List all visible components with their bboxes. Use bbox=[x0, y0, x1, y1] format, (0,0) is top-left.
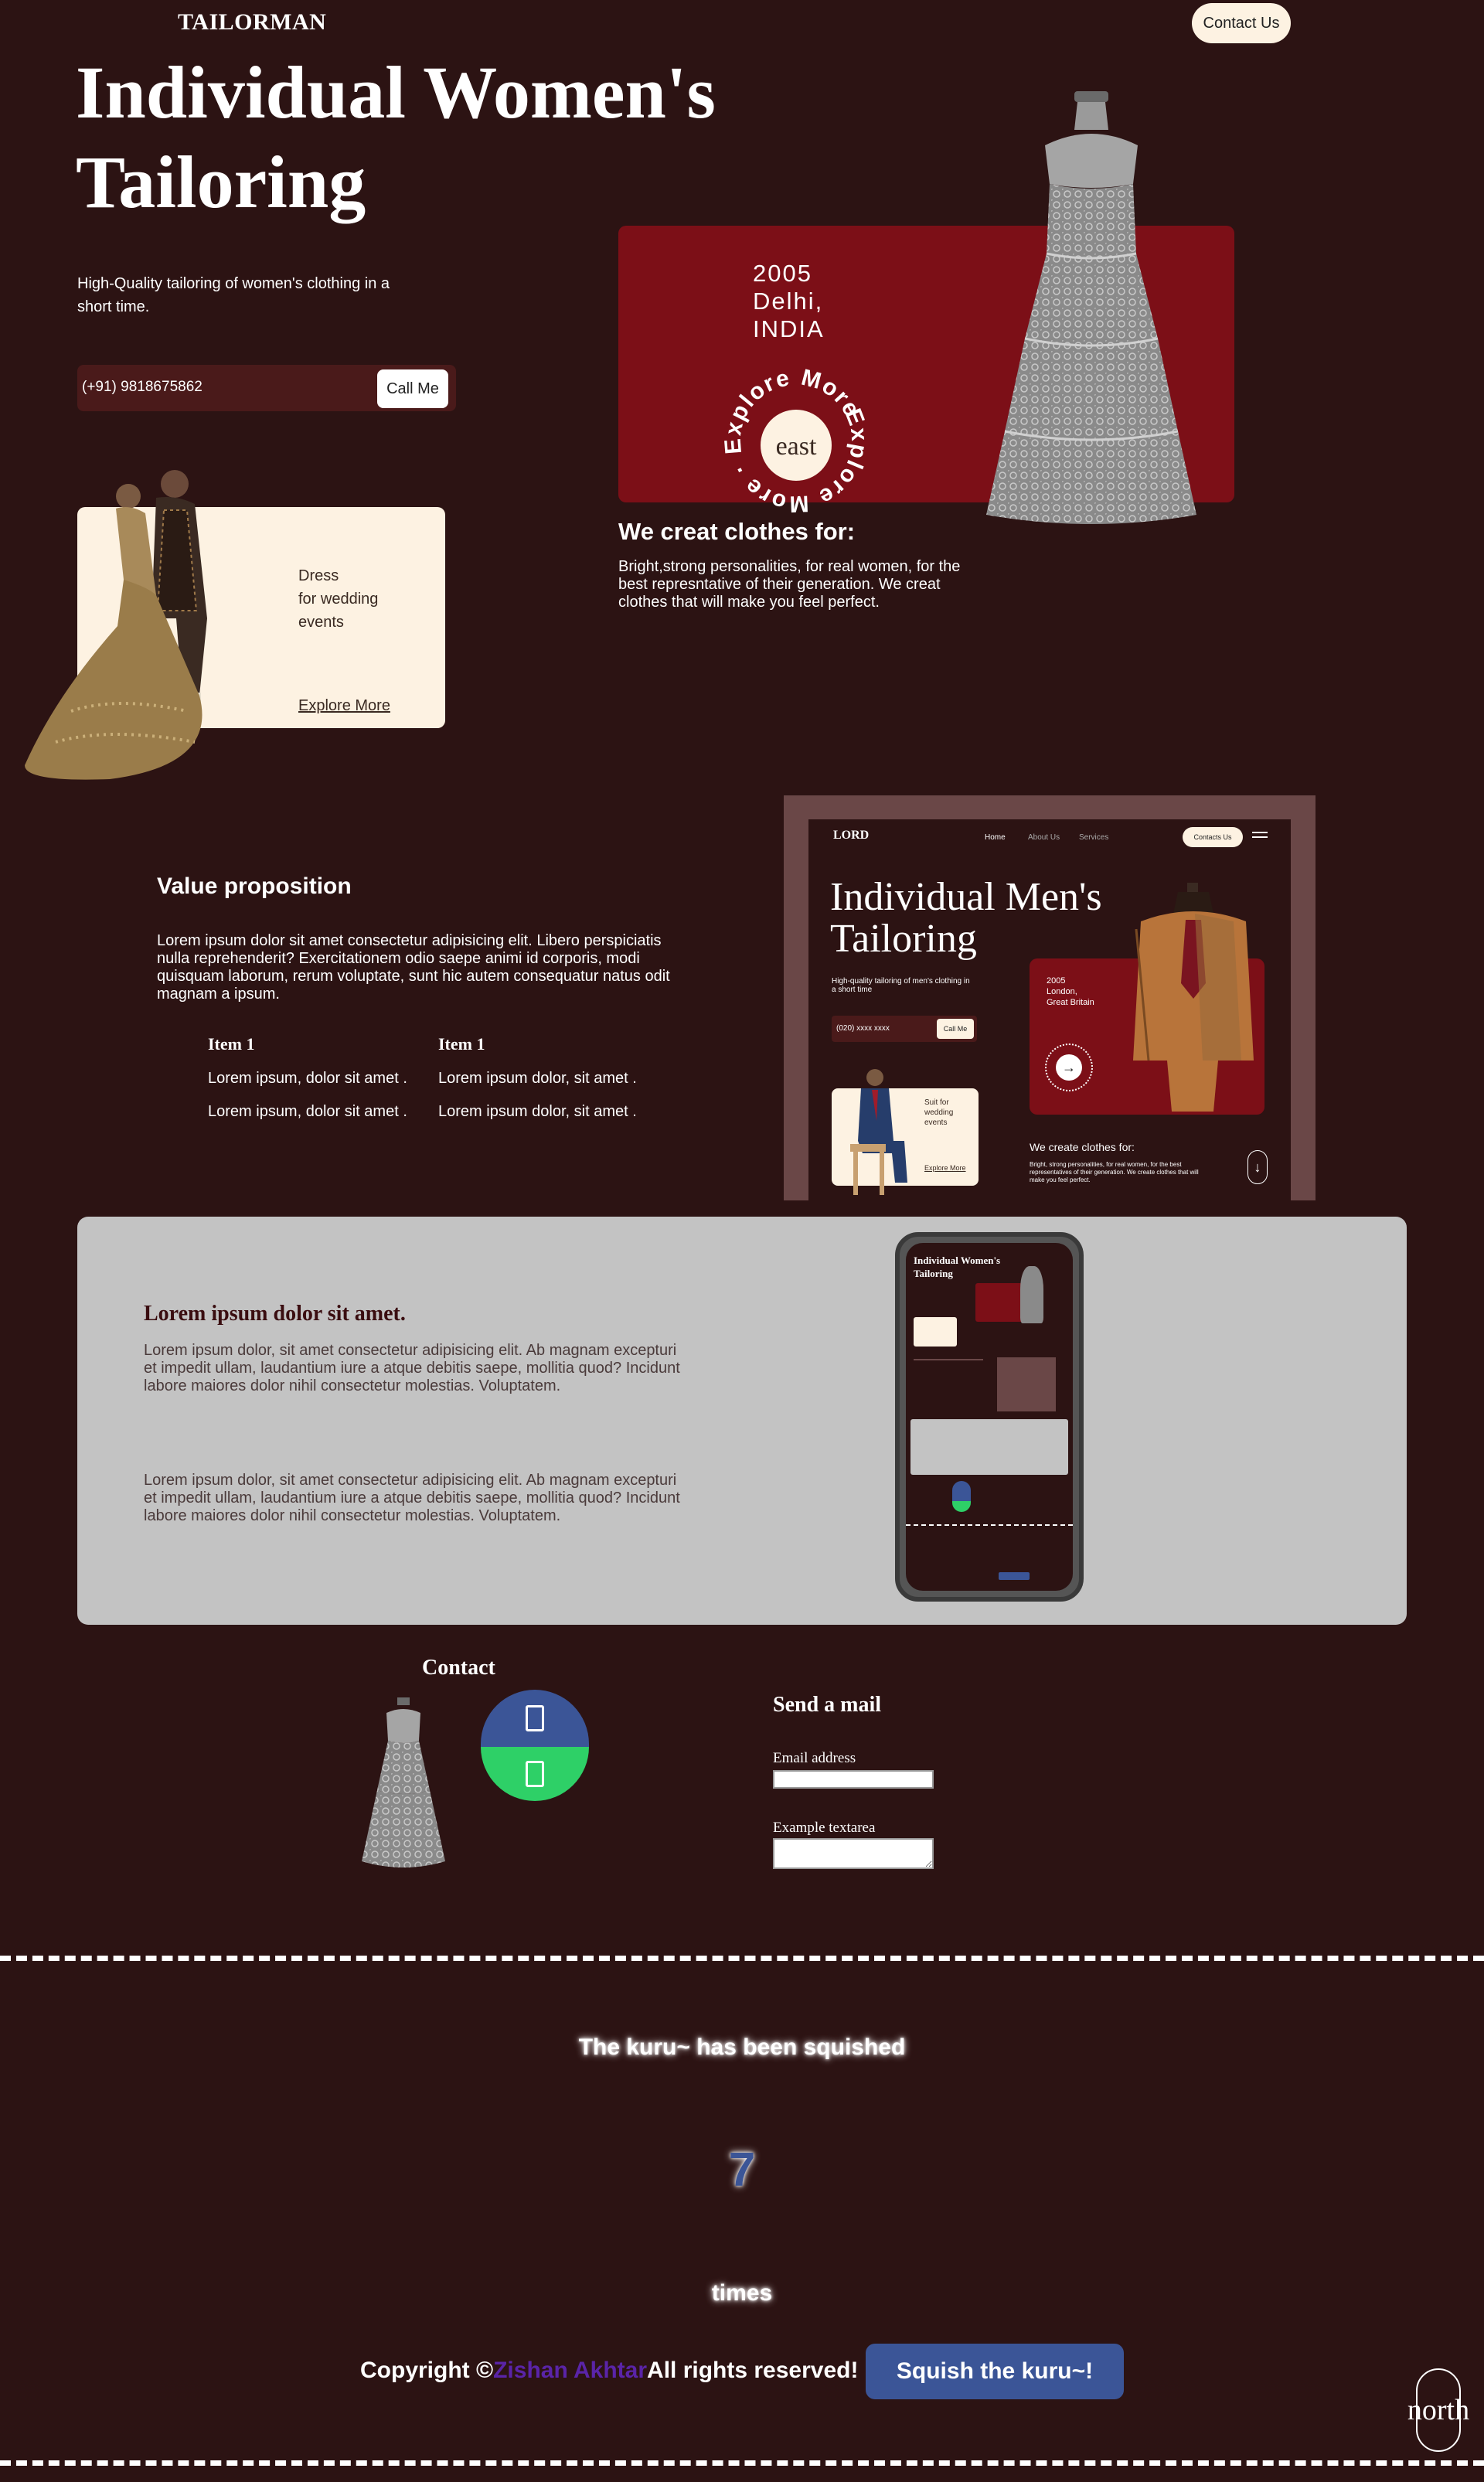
mens-site-preview: LORD Home About Us Services Contacts Us … bbox=[808, 819, 1291, 1200]
about-title: Lorem ipsum dolor sit amet. bbox=[144, 1302, 406, 1326]
phone-card-thumb bbox=[914, 1317, 957, 1347]
about-paragraph-1: Lorem ipsum dolor, sit amet consectetur … bbox=[144, 1342, 680, 1394]
since-city: Delhi, bbox=[753, 288, 824, 315]
brand-logo[interactable]: TAILORMAN bbox=[178, 9, 326, 36]
scroll-to-top-button[interactable]: north bbox=[1407, 2368, 1469, 2452]
email-label: Email address bbox=[773, 1750, 856, 1766]
mock-title-2: Tailoring bbox=[830, 917, 977, 961]
phone-screen: Individual Women's Tailoring bbox=[906, 1243, 1073, 1591]
mock-nav-about: About Us bbox=[1028, 833, 1060, 842]
mock-logo: LORD bbox=[833, 829, 870, 842]
contact-title: Contact bbox=[422, 1656, 495, 1680]
we-create-text: Bright,strong personalities, for real wo… bbox=[618, 558, 961, 611]
copyright-prefix: Copyright © bbox=[360, 2358, 494, 2383]
value-proposition-title: Value proposition bbox=[157, 873, 352, 899]
mock-arrow-right-icon: → bbox=[1056, 1054, 1082, 1081]
badge-center-text: east bbox=[776, 432, 817, 461]
we-create-title: We creat clothes for: bbox=[618, 518, 856, 545]
mock-nav-home: Home bbox=[985, 833, 1006, 842]
phone-button-thumb bbox=[999, 1572, 1030, 1580]
mock-card-text: Suit for wedding events bbox=[924, 1098, 954, 1127]
mock-scroll-down-icon: ↓ bbox=[1247, 1150, 1268, 1184]
wedding-card-text: Dress for wedding events bbox=[298, 564, 422, 634]
about-section bbox=[77, 1217, 1407, 1625]
mock-create-text: Bright, strong personalities, for real w… bbox=[1030, 1161, 1199, 1183]
copyright: Copyright ©Zishan AkhtarAll rights reser… bbox=[360, 2358, 858, 2384]
dress-thumbnail-image bbox=[362, 1697, 445, 1867]
item-heading-1: Item 1 bbox=[208, 1034, 255, 1054]
mock-since: 2005 London, Great Britain bbox=[1047, 975, 1094, 1008]
hero-title: Individual Women's Tailoring bbox=[76, 51, 716, 223]
call-me-button[interactable]: Call Me bbox=[377, 369, 448, 408]
mock-subtitle: High-quality tailoring of men's clothing… bbox=[832, 977, 970, 994]
about-paragraph-2: Lorem ipsum dolor, sit amet consectetur … bbox=[144, 1472, 680, 1524]
squished-text: The kuru~ has been squished bbox=[578, 2034, 906, 2060]
phone-preview-thumb bbox=[997, 1357, 1056, 1411]
mock-menu-icon bbox=[1252, 832, 1268, 833]
mock-title-1: Individual Men's bbox=[830, 875, 1102, 919]
mock-suit-image bbox=[1133, 883, 1254, 1112]
phone-fb-thumb bbox=[952, 1481, 971, 1501]
item-row: Lorem ipsum dolor, sit amet . bbox=[438, 1103, 637, 1120]
copyright-suffix: All rights reserved! bbox=[647, 2358, 859, 2383]
wedding-line-2: for wedding bbox=[298, 591, 379, 608]
mock-create-title: We create clothes for: bbox=[1030, 1141, 1135, 1153]
mock-card-link: Explore More bbox=[924, 1164, 966, 1172]
email-field[interactable] bbox=[773, 1770, 934, 1789]
item-row: Lorem ipsum, dolor sit amet . bbox=[208, 1070, 407, 1087]
phone-number: (+91) 9818675862 bbox=[82, 379, 203, 395]
footer-divider-top bbox=[0, 1956, 1484, 1961]
wedding-line-1: Dress bbox=[298, 567, 339, 584]
value-proposition-text: Lorem ipsum dolor sit amet consectetur a… bbox=[157, 932, 670, 1003]
whatsapp-button[interactable] bbox=[481, 1747, 589, 1801]
mock-man-image bbox=[850, 1069, 907, 1195]
since-text: 2005 Delhi, INDIA bbox=[753, 260, 825, 343]
wedding-couple-image bbox=[25, 470, 207, 780]
since-year: 2005 bbox=[753, 260, 812, 287]
explore-more-badge[interactable]: Explore More · Explore More · east bbox=[719, 363, 873, 518]
phone-divider bbox=[906, 1524, 1073, 1526]
dress-mannequin-image bbox=[986, 91, 1196, 524]
mock-nav-services: Services bbox=[1079, 833, 1109, 842]
phone-text-thumb bbox=[914, 1359, 983, 1396]
mock-call-button: Call Me bbox=[937, 1019, 974, 1039]
contact-us-button[interactable]: Contact Us bbox=[1192, 3, 1291, 43]
footer-divider-bottom bbox=[0, 2460, 1484, 2466]
facebook-button[interactable] bbox=[481, 1690, 589, 1747]
mock-country: Great Britain bbox=[1047, 998, 1094, 1007]
facebook-icon bbox=[526, 1705, 544, 1731]
mock-city: London, bbox=[1047, 987, 1077, 996]
mock-year: 2005 bbox=[1047, 976, 1066, 986]
squish-counter: 7 bbox=[728, 2143, 756, 2197]
message-textarea[interactable] bbox=[773, 1838, 934, 1869]
times-label: times bbox=[711, 2280, 773, 2306]
wedding-line-3: events bbox=[298, 614, 344, 631]
hero-subtitle: High-Quality tailoring of women's clothi… bbox=[77, 275, 390, 315]
textarea-label: Example textarea bbox=[773, 1820, 876, 1836]
item-row: Lorem ipsum dolor, sit amet . bbox=[438, 1070, 637, 1087]
phone-screen-title: Individual Women's Tailoring bbox=[914, 1255, 1001, 1279]
item-row: Lorem ipsum, dolor sit amet . bbox=[208, 1103, 407, 1120]
squish-button[interactable]: Squish the kuru~! bbox=[866, 2344, 1124, 2399]
phone-dress-thumb bbox=[1020, 1266, 1043, 1323]
mock-phone: (020) xxxx xxxx bbox=[836, 1024, 890, 1033]
whatsapp-icon bbox=[526, 1761, 544, 1787]
mock-contact-button: Contacts Us bbox=[1183, 827, 1243, 847]
since-country: INDIA bbox=[753, 315, 825, 342]
send-mail-title: Send a mail bbox=[773, 1693, 882, 1717]
phone-grey-thumb bbox=[910, 1419, 1068, 1475]
owner-link[interactable]: Zishan Akhtar bbox=[493, 2358, 647, 2383]
explore-more-link[interactable]: Explore More bbox=[298, 697, 390, 715]
item-heading-2: Item 1 bbox=[438, 1034, 485, 1054]
phone-wa-thumb bbox=[952, 1501, 971, 1512]
